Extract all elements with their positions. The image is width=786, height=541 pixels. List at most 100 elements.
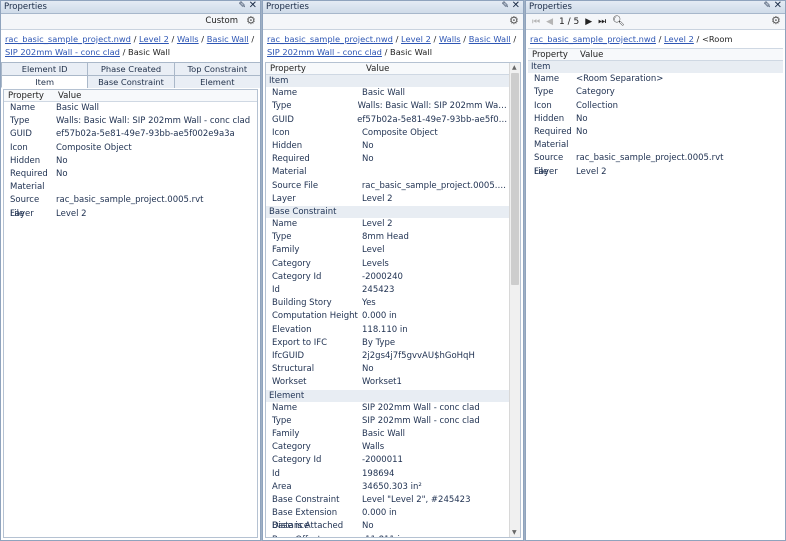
property-row[interactable]: Required No <box>528 126 783 139</box>
custom-label[interactable]: Custom <box>205 16 238 26</box>
breadcrumb-link[interactable]: Level 2 <box>401 34 431 44</box>
property-row[interactable]: Category Id -2000011 <box>266 454 509 467</box>
breadcrumb-link[interactable]: Basic Wall <box>207 34 249 44</box>
property-row[interactable]: Icon Composite Object <box>266 127 509 140</box>
scrollbar-thumb[interactable] <box>511 73 519 285</box>
close-icon[interactable]: ✕ <box>249 1 257 11</box>
breadcrumb-link[interactable]: Walls <box>177 34 199 44</box>
property-row[interactable]: Base Constraint Level "Level 2", #245423 <box>266 494 509 507</box>
gear-icon[interactable]: ⚙ <box>246 15 257 26</box>
property-row[interactable]: Family Basic Wall <box>266 428 509 441</box>
property-row[interactable]: Hidden No <box>4 155 257 168</box>
breadcrumb-link[interactable]: rac_basic_sample_project.nwd <box>530 34 656 44</box>
property-row[interactable]: IfcGUID 2j2gs4j7f5gvvAU$hGoHqH <box>266 350 509 363</box>
property-row[interactable]: Layer Level 2 <box>4 208 257 221</box>
property-name: Type <box>534 87 554 98</box>
property-row[interactable]: Base Offset-11.811 in <box>266 534 509 537</box>
property-row[interactable]: Type Walls: Basic Wall: SIP 202mm Wall - … <box>4 115 257 128</box>
pin-icon[interactable]: ✎ <box>238 1 246 11</box>
property-row[interactable]: Material <box>528 139 783 152</box>
property-row[interactable]: Structural No <box>266 363 509 376</box>
pin-icon[interactable]: ✎ <box>501 1 509 11</box>
property-row[interactable]: Name Level 2 <box>266 218 509 231</box>
property-row[interactable]: Type 8mm Head <box>266 231 509 244</box>
property-row[interactable]: Hidden No <box>266 140 509 153</box>
property-row[interactable]: GUID ef57b02a-5e81-49e7-93bb-ae5f002e9a3a <box>4 128 257 141</box>
property-row[interactable]: Name <Room Separation> <box>528 73 783 86</box>
property-row[interactable]: Base Extension Distance 0.000 in <box>266 507 509 531</box>
property-row[interactable]: Layer Level 2 <box>266 193 509 206</box>
property-row[interactable]: Id 198694 <box>266 468 509 481</box>
pin-icon[interactable]: ✎ <box>763 1 771 11</box>
property-row[interactable]: Type Category <box>528 86 783 99</box>
property-row[interactable]: Source File rac_basic_sample_project.0005… <box>4 194 257 218</box>
property-name: Name <box>272 88 298 99</box>
property-row[interactable]: Type SIP 202mm Wall - conc clad <box>266 415 509 428</box>
properties-panel-2: Properties ✎ ✕ ⚙ rac_basic_sample_projec… <box>262 0 524 541</box>
property-row[interactable]: Area 34650.303 in² <box>266 481 509 494</box>
group-header[interactable]: Item <box>266 75 509 88</box>
property-row[interactable]: Hidden No <box>528 113 783 126</box>
tab-item[interactable]: Item <box>1 75 89 88</box>
breadcrumb-link[interactable]: Walls <box>439 34 461 44</box>
close-icon[interactable]: ✕ <box>512 1 520 11</box>
column-header-property[interactable]: Property <box>528 49 576 60</box>
property-row[interactable]: Name Basic Wall <box>266 87 509 100</box>
group-header[interactable]: Base Constraint <box>266 205 509 219</box>
first-item-icon[interactable]: ⏮ <box>532 17 540 27</box>
property-row[interactable]: Elevation 118.110 in <box>266 324 509 337</box>
breadcrumb-link[interactable]: SIP 202mm Wall - conc clad <box>267 47 382 57</box>
breadcrumb-link[interactable]: Level 2 <box>139 34 169 44</box>
property-row[interactable]: Id 245423 <box>266 284 509 297</box>
column-header-value[interactable]: Value <box>362 63 389 74</box>
last-item-icon[interactable]: ⏭ <box>598 17 606 27</box>
property-row[interactable]: Category Levels <box>266 258 509 271</box>
breadcrumb-link[interactable]: SIP 202mm Wall - conc clad <box>5 47 120 57</box>
property-row[interactable]: Layer Level 2 <box>528 166 783 179</box>
property-row[interactable]: Type Walls: Basic Wall: SIP 202mm Wall -.… <box>266 100 509 113</box>
column-header-property[interactable]: Property <box>4 90 54 101</box>
column-header-value[interactable]: Value <box>576 49 603 60</box>
gear-icon[interactable]: ⚙ <box>771 15 782 26</box>
property-row[interactable]: Building Story Yes <box>266 297 509 310</box>
previous-item-icon[interactable]: ◀ <box>546 17 553 27</box>
property-row[interactable]: Required No <box>266 153 509 166</box>
tab-base-constraint[interactable]: Base Constraint <box>87 75 175 88</box>
property-row[interactable]: Source File rac_basic_sample_project.0005… <box>266 180 509 193</box>
group-header[interactable]: Element <box>266 389 509 402</box>
property-row[interactable]: Category Walls <box>266 441 509 454</box>
property-row[interactable]: Required No <box>4 168 257 181</box>
tab-element-id[interactable]: Element ID <box>1 62 89 75</box>
property-row[interactable]: Export to IFC By Type <box>266 337 509 350</box>
breadcrumb-link[interactable]: Basic Wall <box>469 34 511 44</box>
property-row[interactable]: Material <box>4 181 257 194</box>
property-row[interactable]: Base is Attached No <box>266 520 509 533</box>
breadcrumb-link[interactable]: rac_basic_sample_project.nwd <box>5 34 131 44</box>
vertical-scrollbar[interactable]: ▲ ▼ <box>509 63 520 537</box>
property-row[interactable]: Workset Workset1 <box>266 376 509 389</box>
gear-icon[interactable]: ⚙ <box>509 15 520 26</box>
property-row[interactable]: Computation Height 0.000 in <box>266 310 509 323</box>
property-row[interactable]: Name SIP 202mm Wall - conc clad <box>266 402 509 415</box>
tab-element[interactable]: Element <box>173 75 260 88</box>
property-row[interactable]: Icon Composite Object <box>4 142 257 155</box>
scroll-down-icon[interactable]: ▼ <box>512 529 517 536</box>
scroll-up-icon[interactable]: ▲ <box>512 64 517 71</box>
property-row[interactable]: GUID ef57b02a-5e81-49e7-93bb-ae5f002... <box>266 114 509 127</box>
column-header-value[interactable]: Value <box>54 90 81 101</box>
column-header-property[interactable]: Property <box>266 63 362 74</box>
property-row[interactable]: Category Id -2000240 <box>266 271 509 284</box>
next-item-icon[interactable]: ▶ <box>585 17 592 27</box>
breadcrumb-link[interactable]: rac_basic_sample_project.nwd <box>267 34 393 44</box>
property-row[interactable]: Family Level <box>266 244 509 257</box>
close-icon[interactable]: ✕ <box>774 1 782 11</box>
property-row[interactable]: Icon Collection <box>528 100 783 113</box>
property-row[interactable]: Name Basic Wall <box>4 102 257 115</box>
property-row[interactable]: Material <box>266 166 509 179</box>
magnifier-icon[interactable]: 🔍︎ <box>612 16 625 27</box>
tab-phase-created[interactable]: Phase Created <box>87 62 175 75</box>
breadcrumb-link[interactable]: Level 2 <box>664 34 694 44</box>
tab-top-constraint[interactable]: Top Constraint <box>173 62 260 75</box>
group-header[interactable]: Item <box>528 61 783 74</box>
property-row[interactable]: Source File rac_basic_sample_project.0005… <box>528 152 783 176</box>
